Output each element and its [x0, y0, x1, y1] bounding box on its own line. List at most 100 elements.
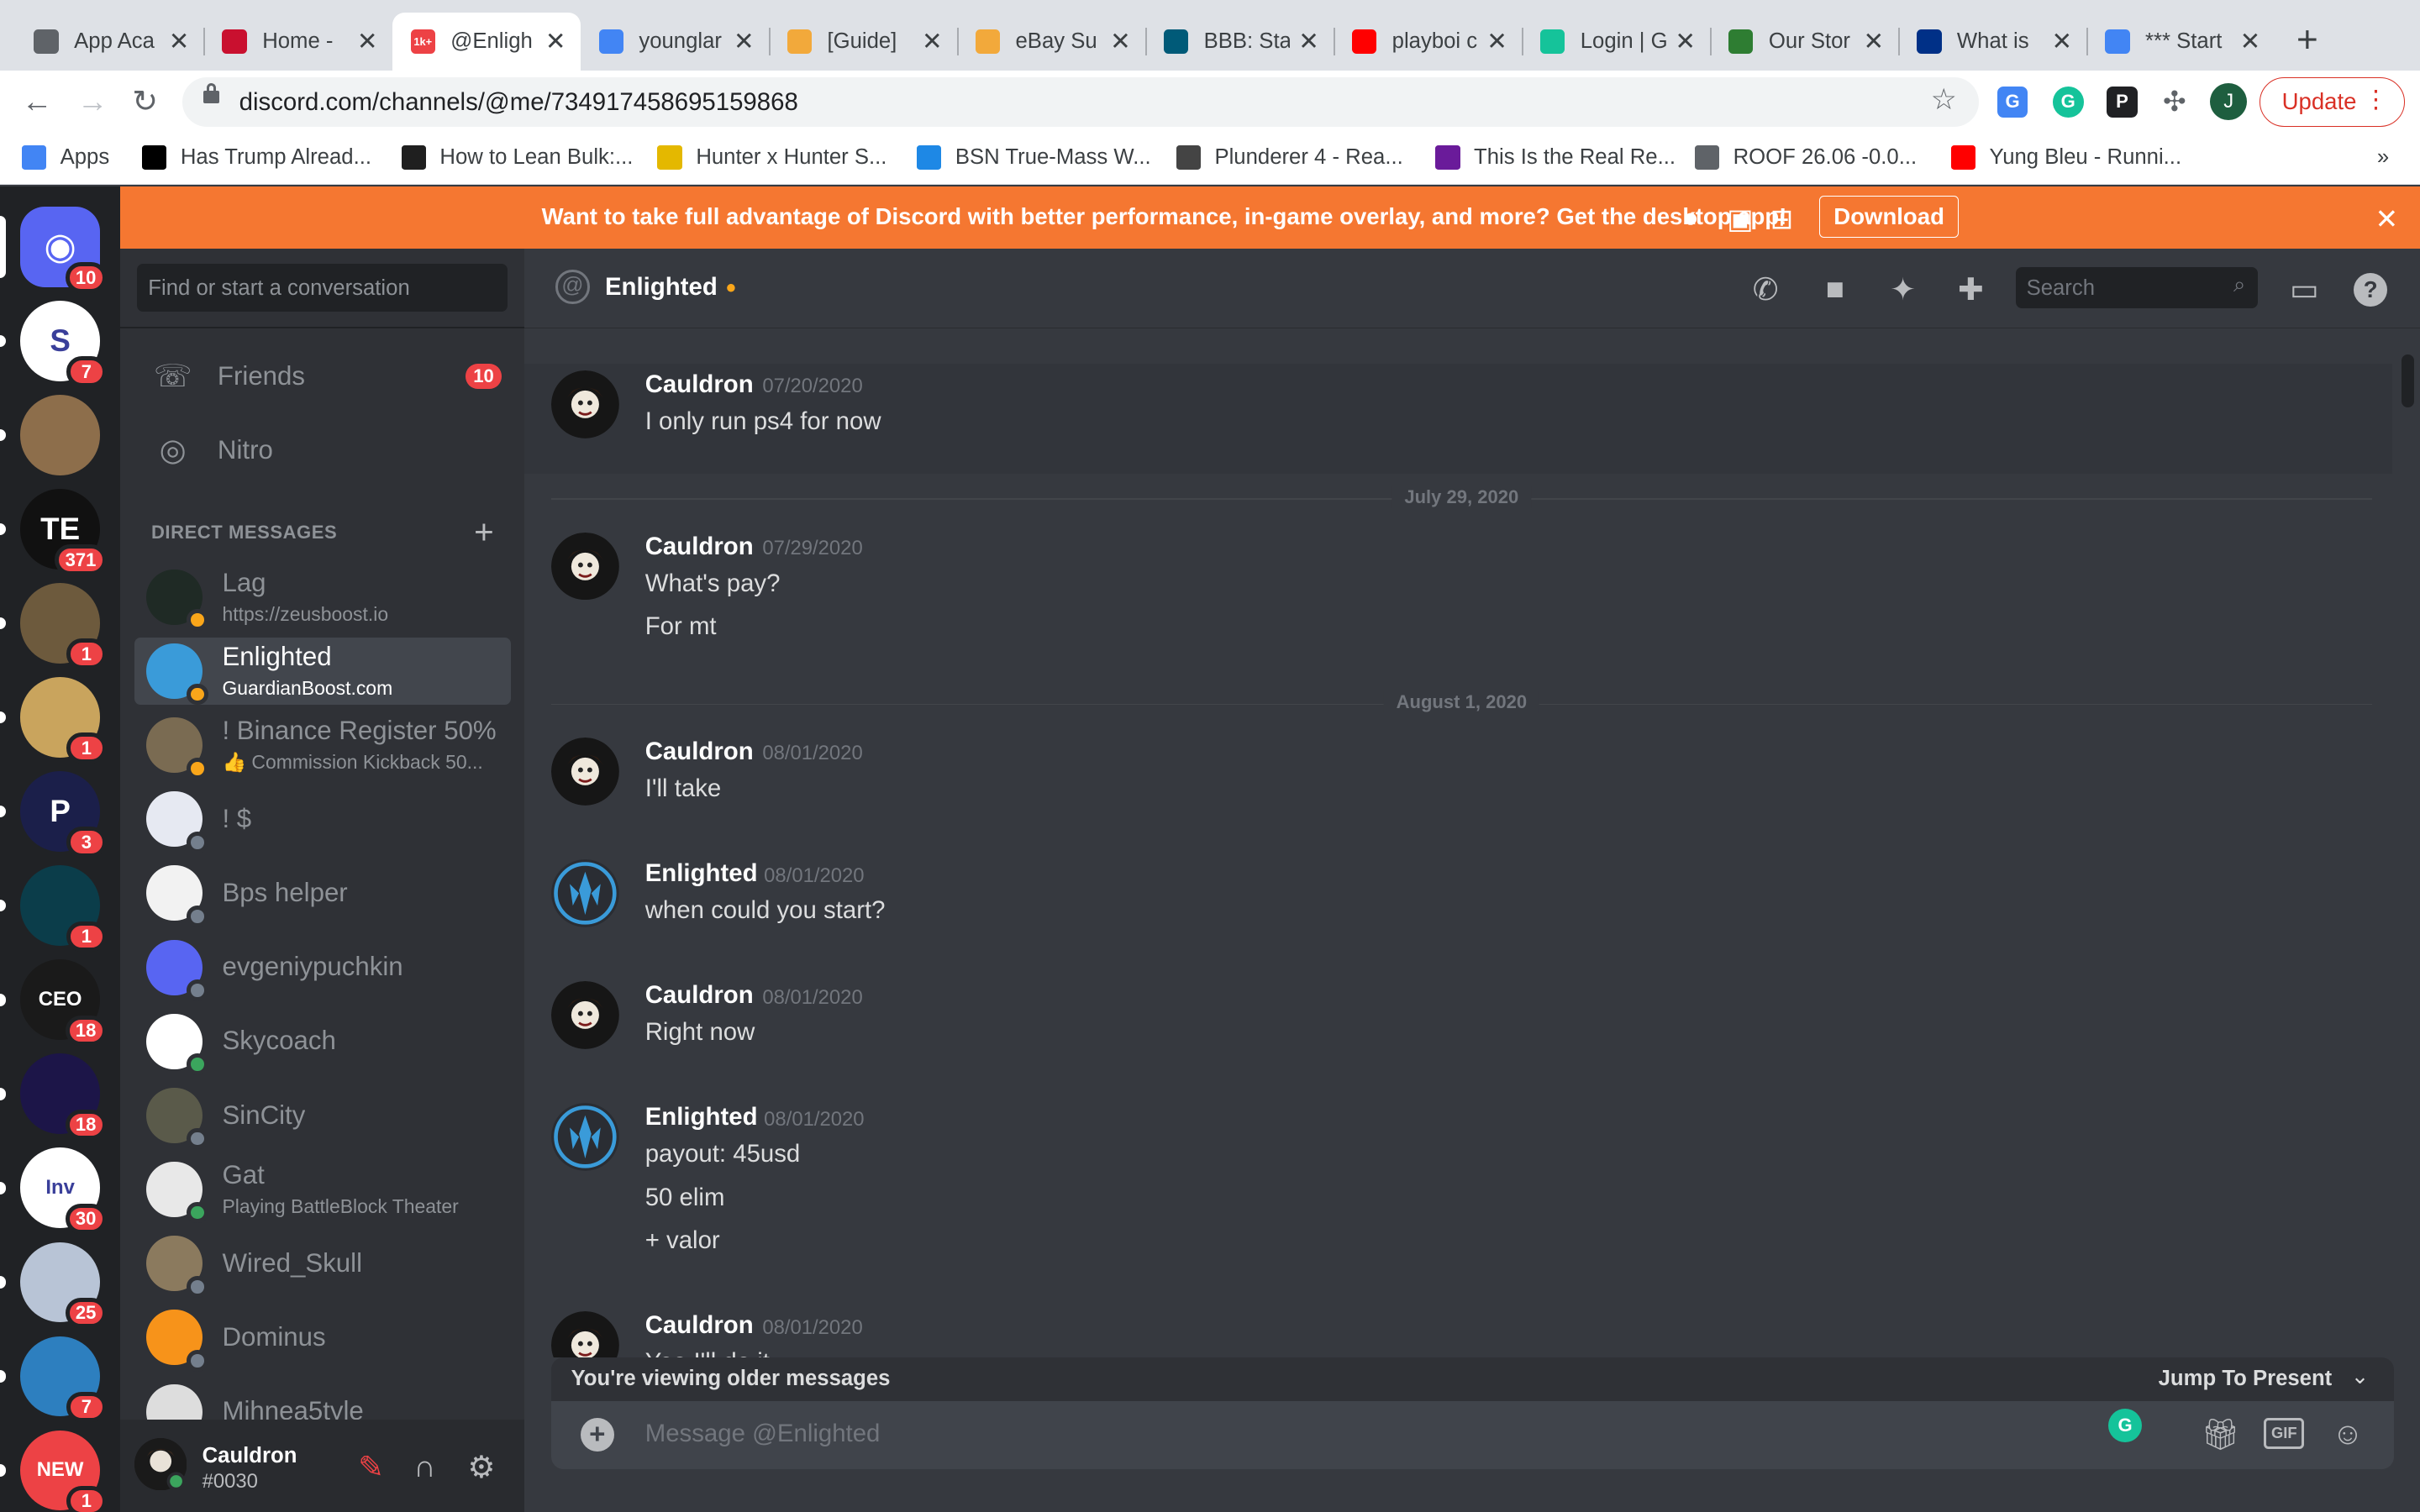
jump-to-present-button[interactable]: Jump To Present — [2159, 1367, 2333, 1391]
settings-gear-icon[interactable]: ⚙ — [468, 1449, 496, 1485]
start-voice-call-icon[interactable]: ✆ — [1747, 271, 1784, 307]
dm-item-gat[interactable]: Gat Playing BattleBlock Theater — [134, 1156, 511, 1224]
server-icon-haul[interactable] — [19, 395, 101, 475]
grammarly-extension-icon[interactable]: G — [2052, 86, 2084, 118]
browser-tab[interactable]: *** Start ✕ — [2086, 13, 2275, 71]
server-icon-te[interactable]: TE 371 — [19, 489, 107, 576]
tab-close-icon[interactable]: ✕ — [1108, 27, 1133, 56]
dm-item-wired-skull[interactable]: Wired_Skull — [134, 1230, 511, 1298]
extensions-puzzle-icon[interactable]: ✣ — [2159, 86, 2191, 118]
tab-close-icon[interactable]: ✕ — [1485, 27, 1509, 56]
message-input[interactable]: Message @Enlighted — [645, 1420, 881, 1448]
back-arrow-icon[interactable]: ← — [18, 83, 55, 120]
new-tab-plus-icon[interactable]: + — [2296, 18, 2318, 61]
server-icon-p-server[interactable]: P3 — [19, 771, 107, 858]
gift-icon[interactable]: 🎁︎ — [2201, 1416, 2240, 1452]
server-icon-home[interactable]: ◉ 10 — [19, 207, 107, 293]
message-author[interactable]: Cauldron — [645, 738, 754, 766]
bookmark-item[interactable]: BSN True-Mass W... — [916, 144, 1151, 171]
tab-close-icon[interactable]: ✕ — [1297, 27, 1321, 56]
author-avatar[interactable] — [550, 532, 619, 601]
dm-item-dominus[interactable]: Dominus — [134, 1304, 511, 1372]
dm-item-skycoach[interactable]: Skycoach — [134, 1007, 511, 1076]
emoji-icon[interactable]: ☺ — [2332, 1416, 2364, 1452]
server-icon-crystal[interactable]: 7 — [19, 1336, 107, 1423]
dm-item-enlighted[interactable]: Enlighted GuardianBoost.com — [134, 637, 511, 706]
bookmark-item[interactable]: Yung Bleu - Runni... — [1950, 144, 2181, 171]
bookmark-item[interactable]: This Is the Real Re... — [1435, 144, 1676, 171]
profile-avatar[interactable]: J — [2210, 83, 2248, 121]
author-avatar[interactable] — [550, 1311, 619, 1358]
update-button[interactable]: Update ⋮ — [2259, 76, 2405, 127]
author-avatar[interactable] — [550, 370, 619, 438]
server-icon-shield-server[interactable]: 18 — [19, 1053, 107, 1141]
search-input[interactable]: Find or start a conversation — [137, 264, 508, 312]
server-icon-new[interactable]: NEW 1 — [19, 1430, 107, 1512]
message-author[interactable]: Cauldron — [645, 370, 754, 399]
browser-tab[interactable]: App Aca ✕ — [15, 13, 203, 71]
bookmark-item[interactable]: Has Trump Alread... — [141, 144, 371, 171]
pinned-messages-icon[interactable]: ✦ — [1885, 271, 1922, 307]
server-icon-sword[interactable]: 1 — [19, 865, 107, 953]
browser-tab[interactable]: younglar ✕ — [581, 13, 769, 71]
address-url[interactable]: discord.com/channels/@me/734917458695159… — [239, 88, 798, 117]
browser-tab[interactable]: What is ✕ — [1898, 13, 2086, 71]
dm-item-bps-helper[interactable]: Bps helper — [134, 859, 511, 927]
bookmark-item[interactable]: Hunter x Hunter S... — [657, 144, 886, 171]
tab-close-icon[interactable]: ✕ — [732, 27, 756, 56]
message-author[interactable]: Cauldron — [645, 981, 754, 1010]
tab-close-icon[interactable]: ✕ — [544, 27, 568, 56]
message-author[interactable]: Enlighted — [645, 1103, 758, 1131]
dm-item-[interactable]: ! $ — [134, 785, 511, 853]
close-icon[interactable]: ✕ — [2375, 202, 2399, 236]
tab-close-icon[interactable]: ✕ — [1673, 27, 1697, 56]
add-friend-icon[interactable]: ✚ — [1952, 271, 1989, 307]
dm-item-binance-register-50[interactable]: ! Binance Register 50% 👍 Commission Kickb… — [134, 711, 511, 780]
scrollbar-thumb[interactable] — [2401, 354, 2414, 407]
user-avatar[interactable] — [134, 1437, 187, 1491]
tab-close-icon[interactable]: ✕ — [166, 27, 191, 56]
dm-item-evgeniypuchkin[interactable]: evgeniypuchkin — [134, 933, 511, 1001]
p-extension-icon[interactable]: P — [2107, 86, 2138, 118]
tab-close-icon[interactable]: ✕ — [1861, 27, 1886, 56]
message-author[interactable]: Cauldron — [645, 533, 754, 561]
browser-tab[interactable]: 1k+ @Enligh ✕ — [392, 12, 581, 71]
server-icon-skycoach[interactable]: S7 — [19, 301, 107, 387]
server-icon-bull[interactable]: 1 — [19, 583, 107, 670]
browser-tab[interactable]: eBay Su ✕ — [957, 13, 1145, 71]
server-icon-invest[interactable]: Inv 30 — [19, 1147, 107, 1235]
translate-extension-icon[interactable]: G — [1996, 86, 2028, 118]
upload-plus-icon[interactable]: + — [580, 1417, 614, 1452]
server-icon-ceo[interactable]: CEO 18 — [19, 959, 107, 1047]
server-icon-trump[interactable]: 25 — [19, 1242, 107, 1329]
create-dm-plus-icon[interactable]: + — [474, 512, 494, 552]
friends-nav-item[interactable]: ☏ Friends 10 — [134, 343, 511, 411]
browser-tab[interactable]: BBB: Sta ✕ — [1145, 13, 1334, 71]
browser-tab[interactable]: Login | G ✕ — [1522, 13, 1710, 71]
download-button[interactable]: Download — [1819, 196, 1959, 238]
bookmark-star-icon[interactable]: ☆ — [1931, 83, 1957, 117]
message-composer[interactable]: + Message @Enlighted G 🎁︎ GIF ☺ — [550, 1400, 2394, 1469]
headphones-icon[interactable]: ∩ — [413, 1449, 435, 1484]
tab-close-icon[interactable]: ✕ — [2049, 27, 2074, 56]
browser-tab[interactable]: Our Stor ✕ — [1710, 13, 1898, 71]
help-icon[interactable]: ? — [2353, 273, 2388, 307]
chevron-down-icon[interactable]: ⌄ — [2351, 1364, 2370, 1389]
tab-close-icon[interactable]: ✕ — [920, 27, 944, 56]
tab-close-icon[interactable]: ✕ — [355, 27, 379, 56]
dm-item-sincity[interactable]: SinCity — [134, 1082, 511, 1150]
message-author[interactable]: Cauldron — [645, 1311, 754, 1340]
bookmark-item[interactable]: Plunderer 4 - Rea... — [1176, 144, 1403, 171]
author-avatar[interactable] — [550, 859, 619, 927]
author-avatar[interactable] — [550, 981, 619, 1049]
bookmark-item[interactable]: Apps — [21, 144, 109, 171]
browser-tab[interactable]: playboi c ✕ — [1334, 13, 1522, 71]
tab-close-icon[interactable]: ✕ — [2238, 27, 2262, 56]
bookmarks-overflow-icon[interactable]: » — [2377, 145, 2389, 170]
chat-search-input[interactable]: Search ⌕ — [2015, 266, 2259, 309]
nitro-nav-item[interactable]: ◎ Nitro — [134, 417, 511, 485]
browser-tab[interactable]: [Guide] ✕ — [769, 13, 957, 71]
gif-button[interactable]: GIF — [2264, 1417, 2305, 1449]
address-bar[interactable]: discord.com/channels/@me/734917458695159… — [182, 76, 1979, 127]
dm-item-lag[interactable]: Lag https://zeusboost.io — [134, 563, 511, 632]
